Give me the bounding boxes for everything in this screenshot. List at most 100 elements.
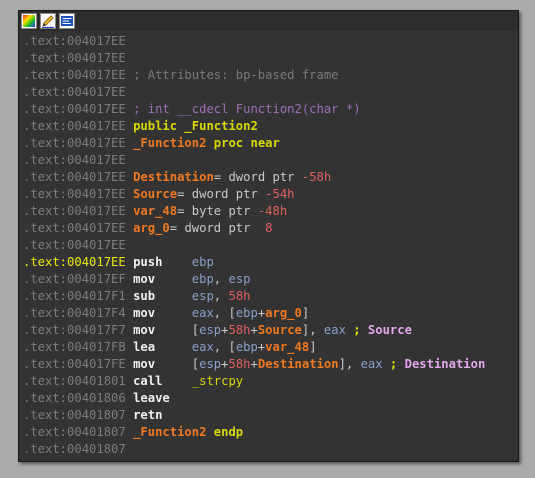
code-line[interactable]: .text:004017F1 sub esp, 58h: [19, 288, 518, 305]
code-token: ,: [213, 289, 229, 303]
address-label: .text:004017EE: [23, 68, 126, 82]
code-token: 58h: [228, 289, 251, 303]
code-line[interactable]: .text:004017FB lea eax, [ebp+var_48]: [19, 339, 518, 356]
code-token: retn: [125, 408, 163, 422]
code-line[interactable]: .text:00401801 call _strcpy: [19, 373, 518, 390]
address-label: .text:004017EE: [23, 255, 126, 269]
address-label: .text:00401807: [23, 408, 126, 422]
address-label: .text:004017EF: [23, 272, 126, 286]
code-line[interactable]: .text:004017EE _Function2 proc near: [19, 135, 518, 152]
code-token: ]: [309, 340, 317, 354]
code-line[interactable]: .text:00401807: [19, 441, 518, 458]
address-label: .text:00401801: [23, 374, 126, 388]
code-token: +: [250, 357, 258, 371]
code-token: ebp: [191, 255, 214, 269]
code-line[interactable]: .text:004017EE: [19, 152, 518, 169]
code-token: ,: [213, 272, 229, 286]
code-line[interactable]: .text:00401807 retn: [19, 407, 518, 424]
address-label: .text:004017F4: [23, 306, 126, 320]
code-line[interactable]: .text:004017EE: [19, 84, 518, 101]
address-label: .text:004017F1: [23, 289, 126, 303]
code-token: arg_0: [125, 221, 170, 235]
code-line[interactable]: .text:004017EE ; int __cdecl Function2(c…: [19, 101, 518, 118]
address-label: .text:004017EE: [23, 85, 126, 99]
code-token: -54h: [265, 187, 295, 201]
code-line[interactable]: .text:00401806 leave: [19, 390, 518, 407]
code-line[interactable]: .text:004017FE mov [esp+58h+Destination]…: [19, 356, 518, 373]
code-token: ;: [382, 357, 405, 371]
code-token: ebp: [235, 306, 258, 320]
code-line[interactable]: .text:004017EE: [19, 33, 518, 50]
code-token: _Function2: [125, 136, 207, 150]
code-token: push: [125, 255, 192, 269]
code-token: ebp: [235, 340, 258, 354]
code-line[interactable]: .text:004017EE: [19, 50, 518, 67]
code-token: esp: [199, 323, 222, 337]
address-label: .text:00401807: [23, 442, 126, 456]
code-line[interactable]: .text:004017EE Destination= dword ptr -5…: [19, 169, 518, 186]
code-token: esp: [228, 272, 251, 286]
address-label: .text:004017F7: [23, 323, 126, 337]
code-line[interactable]: .text:004017EE var_48= byte ptr -48h: [19, 203, 518, 220]
code-token: Source: [125, 187, 178, 201]
code-line[interactable]: .text:004017EE public _Function2: [19, 118, 518, 135]
code-token: esp: [191, 289, 214, 303]
code-token: leave: [125, 391, 170, 405]
code-line[interactable]: .text:00401807 _Function2 endp: [19, 424, 518, 441]
code-token: , [: [213, 340, 236, 354]
graph-colors-icon[interactable]: [21, 13, 37, 29]
code-token: sub: [125, 289, 192, 303]
code-token: = dword ptr: [213, 170, 302, 184]
code-token: proc near: [206, 136, 280, 150]
address-label: .text:004017EE: [23, 221, 126, 235]
code-token: esp: [199, 357, 222, 371]
code-token: ],: [301, 323, 324, 337]
address-label: .text:00401807: [23, 425, 126, 439]
code-token: _strcpy: [191, 374, 244, 388]
disasm-view-icon[interactable]: [59, 13, 75, 29]
code-line[interactable]: .text:004017EE push ebp: [19, 254, 518, 271]
address-label: .text:004017EE: [23, 136, 126, 150]
address-label: .text:004017EE: [23, 102, 126, 116]
code-token: mov: [125, 357, 192, 371]
code-token: ;: [345, 323, 368, 337]
toolbar: [19, 11, 518, 31]
address-label: .text:004017EE: [23, 204, 126, 218]
code-line[interactable]: .text:004017F7 mov [esp+58h+Source], eax…: [19, 322, 518, 339]
code-token: = byte ptr: [177, 204, 258, 218]
code-line[interactable]: .text:004017EE ; Attributes: bp-based fr…: [19, 67, 518, 84]
code-token: var_48: [265, 340, 310, 354]
code-token: mov: [125, 272, 192, 286]
code-token: arg_0: [265, 306, 302, 320]
code-line[interactable]: .text:004017F4 mov eax, [ebp+arg_0]: [19, 305, 518, 322]
code-token: endp: [206, 425, 244, 439]
code-token: Destination: [404, 357, 486, 371]
code-token: mov: [125, 306, 192, 320]
code-token: eax: [360, 357, 383, 371]
code-token: Source: [367, 323, 412, 337]
address-label: .text:004017FB: [23, 340, 126, 354]
address-label: .text:004017FE: [23, 357, 126, 371]
address-label: .text:004017EE: [23, 238, 126, 252]
code-line[interactable]: .text:004017EE: [19, 237, 518, 254]
code-token: eax: [323, 323, 346, 337]
disassembly-listing[interactable]: .text:004017EE .text:004017EE .text:004017…: [19, 33, 518, 458]
code-token: , [: [213, 306, 236, 320]
disassembly-window: .text:004017EE .text:004017EE .text:004017…: [18, 10, 519, 462]
code-token: -48h: [257, 204, 288, 218]
code-token: ; int __cdecl Function2(char *): [125, 102, 361, 116]
code-token: +: [250, 323, 258, 337]
code-line[interactable]: .text:004017EE arg_0= dword ptr 8: [19, 220, 518, 237]
edit-pencil-icon[interactable]: [40, 13, 56, 29]
code-token: ],: [338, 357, 361, 371]
code-token: Source: [257, 323, 302, 337]
code-token: -58h: [301, 170, 332, 184]
code-token: eax: [191, 306, 214, 320]
code-line[interactable]: .text:004017EE Source= dword ptr -54h: [19, 186, 518, 203]
code-token: public _Function2: [125, 119, 258, 133]
address-label: .text:004017EE: [23, 170, 126, 184]
code-token: Destination: [125, 170, 214, 184]
code-token: 58h: [228, 357, 251, 371]
code-token: ]: [301, 306, 310, 320]
code-line[interactable]: .text:004017EF mov ebp, esp: [19, 271, 518, 288]
